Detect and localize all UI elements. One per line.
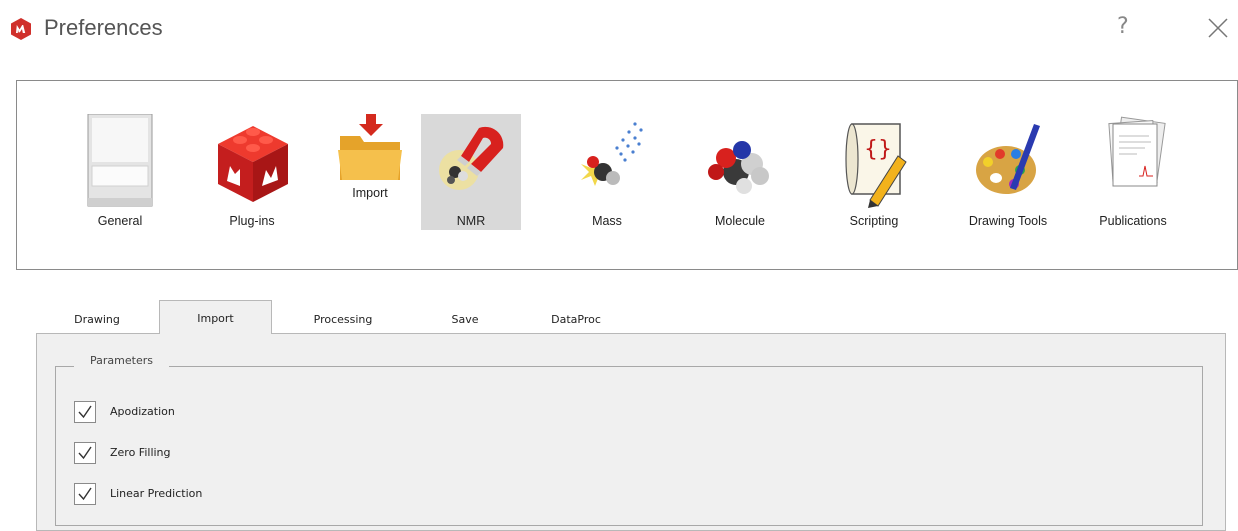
category-mass[interactable]: Mass [557,114,657,230]
checkmark-icon [78,405,92,419]
tab-save[interactable]: Save [410,300,520,334]
parameters-group-title: Parameters [74,354,169,367]
category-label: Publications [1099,214,1167,228]
publications-icon [1108,116,1166,187]
window-title: Preferences [44,15,163,40]
category-label: General [97,214,143,228]
category-label: Molecule [714,214,766,228]
category-drawing-tools[interactable]: Drawing Tools [958,114,1058,230]
general-icon [87,114,153,207]
category-scripting[interactable]: {} Scripting [824,114,924,230]
title-bar: Preferences ? [0,0,1238,60]
zero-filling-checkbox[interactable] [74,442,96,464]
palette-icon [976,124,1040,194]
tab-bar: Drawing Import Processing Save DataProc [36,300,1226,334]
category-label: Mass [592,214,622,228]
scripting-scroll-icon: {} [845,123,907,208]
plugins-brick-icon [218,126,288,202]
linear-prediction-label: Linear Prediction [110,487,203,500]
import-tab-panel: Parameters Apodization Zero Filling Line… [36,333,1226,531]
molecule-icon [708,141,769,194]
category-label: Import [352,186,388,200]
category-publications[interactable]: Publications [1083,114,1183,230]
tab-processing[interactable]: Processing [288,300,398,334]
checkmark-icon [78,487,92,501]
category-label: Scripting [849,214,899,228]
category-label: Drawing Tools [968,214,1048,228]
linear-prediction-checkbox[interactable] [74,483,96,505]
tab-dataproc[interactable]: DataProc [520,300,632,334]
zero-filling-label: Zero Filling [110,446,171,459]
checkmark-icon [78,446,92,460]
category-label: Plug-ins [229,214,275,228]
apodization-label: Apodization [110,405,175,418]
category-label: NMR [456,214,486,228]
mass-spec-icon [581,122,643,186]
category-nmr[interactable]: NMR [421,114,521,230]
category-import[interactable]: Import [320,114,420,230]
tab-import[interactable]: Import [159,300,272,334]
help-button[interactable]: ? [1117,14,1129,39]
category-molecule[interactable]: Molecule [690,114,790,230]
svg-text:{}: {} [864,137,892,162]
nmr-magnet-icon [439,126,504,190]
category-toolbar: General Plug-ins Import NMR Mass Molecul… [16,80,1238,270]
close-icon[interactable] [1206,16,1230,40]
category-plugins[interactable]: Plug-ins [202,114,302,230]
category-general[interactable]: General [70,114,170,230]
tab-drawing[interactable]: Drawing [36,300,158,334]
parameters-group: Parameters Apodization Zero Filling Line… [55,354,1203,526]
apodization-checkbox[interactable] [74,401,96,423]
mnova-logo-icon [11,18,31,40]
